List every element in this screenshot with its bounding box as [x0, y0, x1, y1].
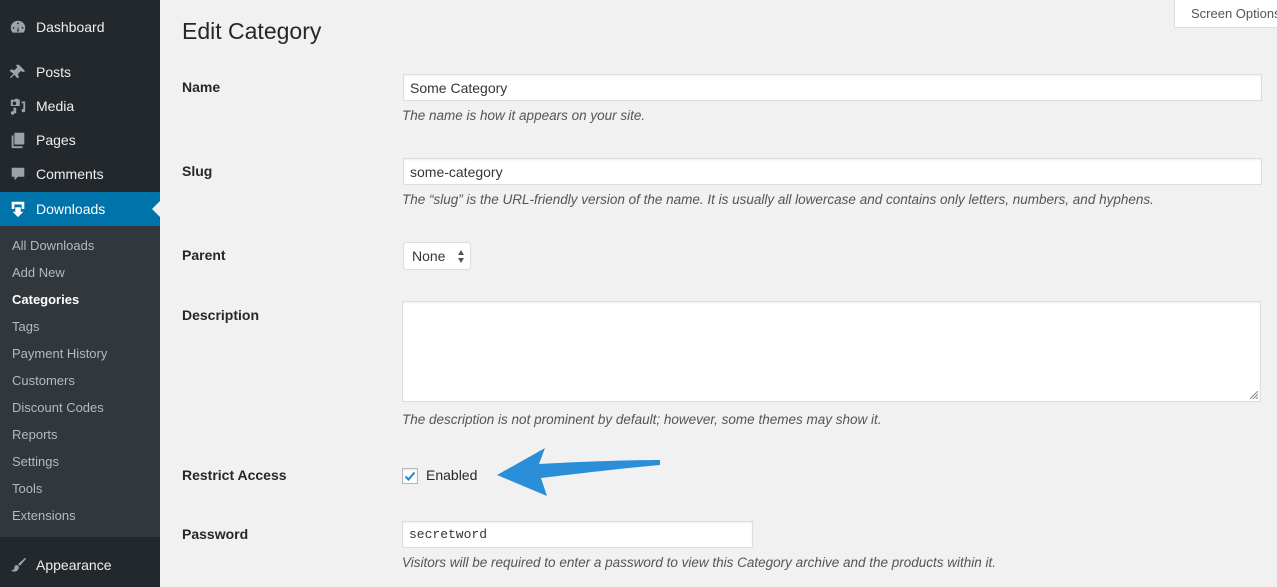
submenu-item-categories[interactable]: Categories [12, 290, 79, 310]
submenu-item-payment-history[interactable]: Payment History [12, 344, 107, 364]
menu-item-appearance[interactable]: Appearance [0, 548, 160, 582]
admin-sidebar: Dashboard Posts Media Pages Comments Dow… [0, 0, 160, 587]
description-label: Description [182, 307, 260, 323]
name-input[interactable] [403, 74, 1262, 101]
slug-label: Slug [182, 163, 213, 179]
page-title: Edit Category [182, 18, 322, 44]
paintbrush-icon [0, 556, 36, 574]
parent-selected-value: None [412, 248, 446, 264]
download-icon [0, 200, 36, 218]
restrict-access-checkbox[interactable] [402, 468, 418, 484]
submenu-item-add-new[interactable]: Add New [12, 263, 65, 283]
menu-label: Dashboard [36, 19, 105, 35]
menu-item-dashboard[interactable]: Dashboard [0, 10, 160, 44]
description-textarea[interactable] [402, 301, 1261, 402]
menu-label: Comments [36, 166, 104, 182]
parent-select[interactable]: None [403, 242, 471, 270]
menu-item-comments[interactable]: Comments [0, 157, 160, 191]
submenu-item-customers[interactable]: Customers [12, 371, 75, 391]
comment-icon [0, 165, 36, 183]
submenu-item-tags[interactable]: Tags [12, 317, 39, 337]
menu-item-media[interactable]: Media [0, 89, 160, 123]
menu-label: Downloads [36, 201, 106, 217]
pushpin-icon [0, 63, 36, 81]
menu-label: Posts [36, 64, 72, 80]
pages-icon [0, 131, 36, 149]
downloads-submenu: All Downloads Add New Categories Tags Pa… [0, 226, 160, 537]
description-help: The description is not prominent by defa… [402, 412, 882, 427]
resize-grip-icon[interactable] [1250, 391, 1258, 399]
password-description: Visitors will be required to enter a pas… [402, 555, 997, 570]
slug-description: The “slug” is the URL-friendly version o… [402, 192, 1154, 207]
menu-label: Pages [36, 132, 76, 148]
password-label: Password [182, 526, 249, 542]
menu-item-posts[interactable]: Posts [0, 55, 160, 89]
name-description: The name is how it appears on your site. [402, 108, 646, 123]
dashboard-icon [0, 18, 36, 36]
slug-input[interactable] [403, 158, 1262, 185]
checkmark-icon [404, 471, 416, 481]
screen-options-button[interactable]: Screen Options [1174, 0, 1277, 28]
parent-label: Parent [182, 247, 226, 263]
menu-item-pages[interactable]: Pages [0, 123, 160, 157]
enabled-checkbox-label[interactable]: Enabled [426, 467, 477, 483]
submenu-item-reports[interactable]: Reports [12, 425, 58, 445]
password-input[interactable] [402, 521, 753, 548]
media-icon [0, 97, 36, 115]
menu-label: Appearance [36, 557, 112, 573]
submenu-item-extensions[interactable]: Extensions [12, 506, 76, 526]
submenu-item-all-downloads[interactable]: All Downloads [12, 236, 94, 256]
restrict-access-label: Restrict Access [182, 467, 287, 483]
submenu-item-discount-codes[interactable]: Discount Codes [12, 398, 104, 418]
select-arrows-icon [458, 250, 464, 263]
name-label: Name [182, 79, 221, 95]
menu-label: Media [36, 98, 75, 114]
submenu-item-tools[interactable]: Tools [12, 479, 42, 499]
menu-item-downloads[interactable]: Downloads [0, 192, 160, 226]
annotation-arrow-icon [497, 448, 660, 496]
submenu-item-settings[interactable]: Settings [12, 452, 59, 472]
